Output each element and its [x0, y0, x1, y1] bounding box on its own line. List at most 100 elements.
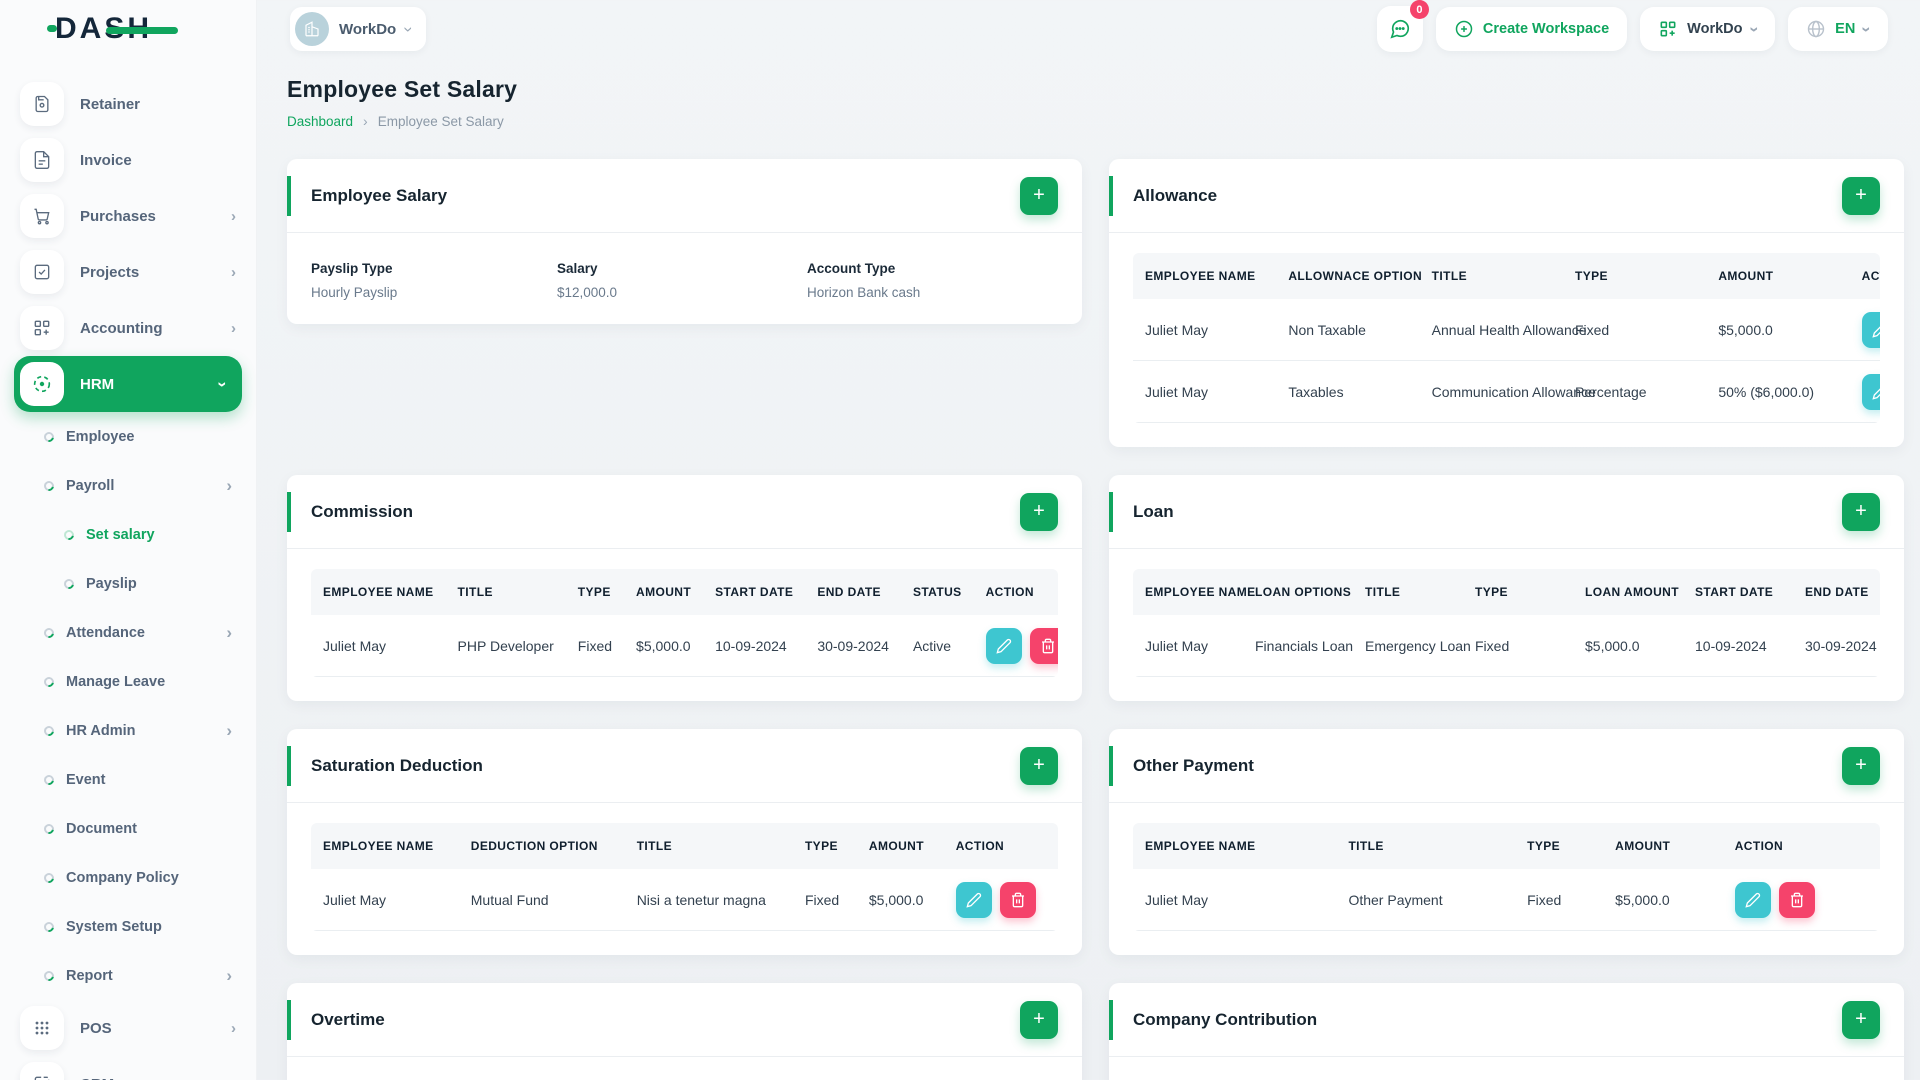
loan-card: Loan + EMPLOYEE NAME LOAN OPTIONS TITLE TYP…	[1109, 475, 1904, 701]
other-payment-card: Other Payment + EMPLOYEE NAME TITLE TYPE AM…	[1109, 729, 1904, 955]
bullet-icon	[42, 723, 56, 738]
table-wrap: EMPLOYEE NAME LOAN OPTIONS TITLE TYPE LOAN A…	[1133, 569, 1880, 677]
card-header: Loan +	[1109, 475, 1904, 549]
sidebar-item-company-policy[interactable]: Company Policy	[0, 853, 256, 902]
sidebar-item-invoice[interactable]: Invoice	[0, 132, 256, 188]
add-saturation-deduction-button[interactable]: +	[1020, 746, 1058, 785]
breadcrumb-dashboard-link[interactable]: Dashboard	[287, 114, 353, 129]
sidebar-item-system-setup[interactable]: System Setup	[0, 902, 256, 951]
sidebar-item-crm[interactable]: CRM ›	[0, 1056, 256, 1080]
pencil-icon	[1872, 325, 1880, 338]
edit-action-button[interactable]	[985, 627, 1022, 664]
table-cell: Juliet May	[311, 869, 459, 931]
chevron-right-icon: ›	[226, 966, 232, 985]
sidebar-item-set-salary[interactable]: Set salary	[0, 510, 256, 559]
workspace-selector[interactable]: WorkDo ›	[290, 7, 426, 51]
delete-action-button[interactable]	[1778, 881, 1815, 918]
sidebar-item-manage-leave[interactable]: Manage Leave	[0, 657, 256, 706]
sidebar-item-pos[interactable]: POS ›	[0, 1000, 256, 1056]
add-company-contribution-button[interactable]: +	[1842, 1000, 1880, 1039]
sidebar-item-label: CRM	[80, 1076, 114, 1080]
edit-action-button[interactable]	[955, 881, 992, 918]
sidebar-item-employee[interactable]: Employee	[0, 412, 256, 461]
column-header: EMPLOYEE NAME	[1145, 585, 1256, 599]
bullet-icon	[42, 919, 56, 934]
sidebar-item-payslip[interactable]: Payslip	[0, 559, 256, 608]
allowance-card: Allowance + EMPLOYEE NAME ALLOWNACE OPTIO…	[1109, 159, 1904, 447]
sidebar-item-label: Projects	[80, 263, 140, 281]
field-value: Hourly Payslip	[311, 285, 398, 300]
workspace-avatar	[295, 12, 329, 46]
card-header: Other Payment +	[1109, 729, 1904, 803]
pencil-icon	[966, 892, 981, 908]
edit-action-button[interactable]	[1861, 311, 1880, 348]
column-header: TITLE	[457, 585, 493, 599]
field-salary: Salary $12,000.0	[557, 261, 807, 300]
bullet-icon	[42, 821, 56, 836]
card-title: Commission	[311, 501, 414, 521]
breadcrumb-current: Employee Set Salary	[377, 113, 504, 129]
sidebar-item-retainer[interactable]: Retainer	[0, 76, 256, 132]
delete-action-button[interactable]	[1029, 627, 1058, 664]
field-payslip-type: Payslip Type Hourly Payslip	[311, 261, 557, 300]
sidebar-item-label: HRM	[80, 375, 115, 393]
messages-button[interactable]: 0	[1376, 0, 1429, 52]
sidebar: Retainer Invoice Purchases › Projects › …	[0, 0, 257, 1080]
column-header: TITLE	[1365, 585, 1401, 599]
add-commission-button[interactable]: +	[1020, 492, 1058, 531]
card-title: Loan	[1133, 501, 1174, 521]
card-title: Employee Salary	[311, 185, 448, 205]
table-cell: Mutual Fund	[458, 869, 625, 931]
sidebar-item-hr-admin[interactable]: HR Admin ›	[0, 706, 256, 755]
sidebar-item-accounting[interactable]: Accounting ›	[0, 300, 256, 356]
table-cell: Other Payment	[1336, 869, 1516, 931]
delete-action-button[interactable]	[999, 881, 1036, 918]
sidebar-item-label: Purchases	[80, 207, 156, 225]
table-cell: Percentage	[1562, 360, 1707, 423]
bullet-icon	[42, 429, 56, 444]
breadcrumb: Dashboard › Employee Set Salary	[287, 113, 1904, 129]
sidebar-item-document[interactable]: Document	[0, 804, 256, 853]
card-title: Other Payment	[1133, 755, 1254, 775]
sidebar-item-payroll[interactable]: Payroll ›	[0, 461, 256, 510]
sidebar-item-attendance[interactable]: Attendance ›	[0, 608, 256, 657]
card-body: EMPLOYEE NAME ALLOWNACE OPTION TITLE TYPE AM…	[1109, 233, 1904, 447]
card-body: EMPLOYEE NAME TITLE TYPE AMOUNT ACTION Juliet…	[1109, 803, 1904, 955]
sidebar-item-event[interactable]: Event	[0, 755, 256, 804]
table-cell: Emergency Loan	[1353, 615, 1471, 677]
page-title: Employee Set Salary	[287, 76, 518, 102]
chevron-down-icon: ›	[213, 381, 233, 387]
sidebar-item-report[interactable]: Report ›	[0, 951, 256, 1000]
table-cell: $5,000.0	[1573, 615, 1683, 677]
bullet-icon	[42, 478, 56, 493]
column-header: TYPE	[1475, 585, 1508, 599]
column-header: TITLE	[1431, 269, 1467, 283]
table-cell: Juliet May	[1133, 869, 1337, 931]
workdo-menu-button[interactable]: WorkDo ›	[1640, 7, 1776, 51]
add-allowance-button[interactable]: +	[1842, 176, 1880, 215]
sidebar-item-projects[interactable]: Projects ›	[0, 244, 256, 300]
column-header: TYPE	[577, 585, 611, 599]
language-selector[interactable]: EN ›	[1788, 7, 1888, 51]
card-title: Allowance	[1133, 185, 1218, 205]
column-header: TITLE	[1348, 839, 1384, 853]
column-header: TITLE	[636, 839, 673, 853]
sidebar-item-hrm[interactable]: HRM ›	[14, 356, 242, 412]
sidebar-item-label: Invoice	[80, 151, 132, 169]
table-cell: 30-09-2024	[805, 615, 901, 677]
sidebar-item-label: Report	[66, 967, 113, 984]
actions-cell	[1849, 299, 1880, 361]
create-workspace-button[interactable]: Create Workspace	[1435, 7, 1628, 51]
edit-action-button[interactable]	[1861, 373, 1880, 410]
sidebar-item-label: Employee	[66, 428, 135, 445]
chevron-right-icon: ›	[226, 721, 232, 740]
add-loan-button[interactable]: +	[1842, 492, 1880, 531]
add-employee-salary-button[interactable]: +	[1020, 176, 1058, 215]
add-overtime-button[interactable]: +	[1020, 1000, 1058, 1039]
sidebar-item-purchases[interactable]: Purchases ›	[0, 188, 256, 244]
add-other-payment-button[interactable]: +	[1842, 746, 1880, 785]
edit-action-button[interactable]	[1734, 881, 1771, 918]
sidebar-item-label: Payslip	[86, 575, 137, 592]
column-header: EMPLOYEE NAME	[323, 839, 434, 853]
table-row: Juliet May Other Payment Fixed $5,000.0	[1133, 869, 1880, 931]
